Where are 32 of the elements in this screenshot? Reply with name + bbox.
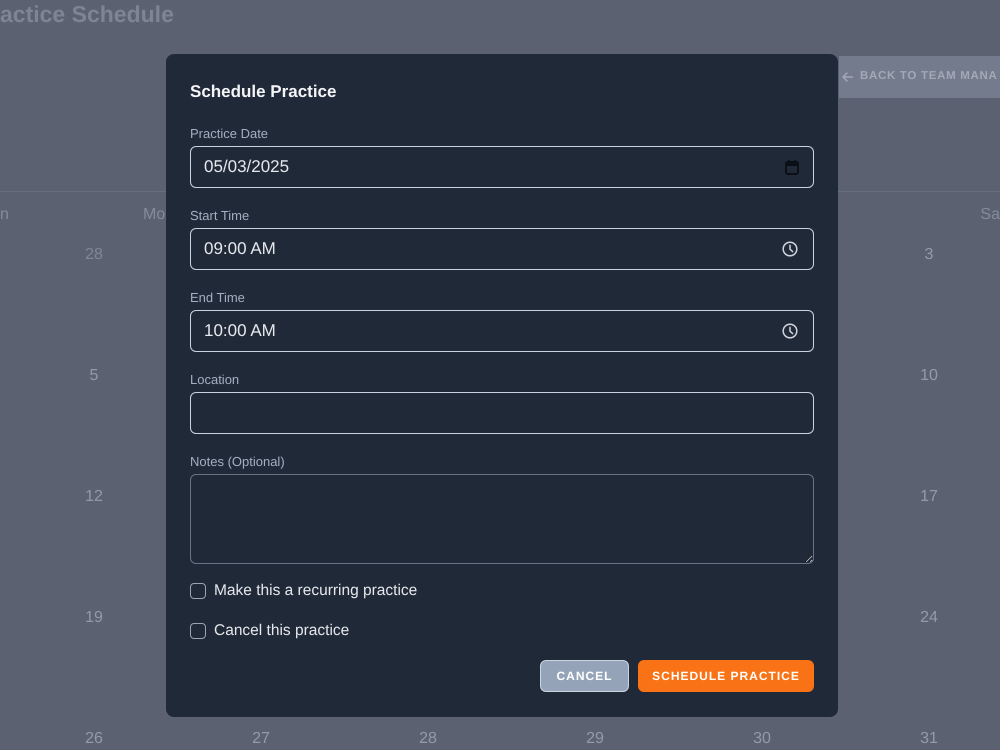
day-number: 26	[85, 730, 103, 747]
checkbox[interactable]	[190, 583, 206, 599]
day-number: 27	[252, 730, 270, 747]
field-label: Start Time	[190, 207, 250, 225]
time-field[interactable]: 10:00 AM	[190, 310, 814, 352]
notes-field[interactable]	[190, 474, 814, 564]
day-number: 3	[924, 246, 934, 263]
field-label: Location	[190, 371, 240, 389]
date-field[interactable]: 05/03/2025	[190, 146, 814, 188]
day-number: 10	[920, 367, 938, 384]
field-label: End Time	[190, 289, 245, 307]
clock-icon	[782, 323, 798, 339]
checkbox-label[interactable]: Make this a recurring practice	[214, 580, 418, 602]
day-number: 17	[920, 488, 938, 505]
checkbox-label[interactable]: Cancel this practice	[214, 620, 350, 642]
day-number: 24	[920, 609, 938, 626]
day-number: 29	[586, 730, 604, 747]
input-field[interactable]	[190, 392, 814, 434]
arrow-left-icon	[842, 72, 853, 82]
time-field[interactable]: 09:00 AM	[190, 228, 814, 270]
day-number: 12	[85, 488, 103, 505]
day-number: 28	[419, 730, 437, 747]
field-label: Notes (Optional)	[190, 453, 285, 471]
dialog-title: Schedule Practice	[190, 81, 336, 103]
day-number: 19	[85, 609, 103, 626]
clock-icon	[782, 241, 798, 257]
day-number: 30	[753, 730, 771, 747]
day-number: 5	[90, 367, 98, 384]
calendar-icon	[785, 159, 799, 175]
field-label: Practice Date	[190, 125, 268, 143]
day-number: 31	[920, 730, 938, 747]
checkbox[interactable]	[190, 623, 206, 639]
